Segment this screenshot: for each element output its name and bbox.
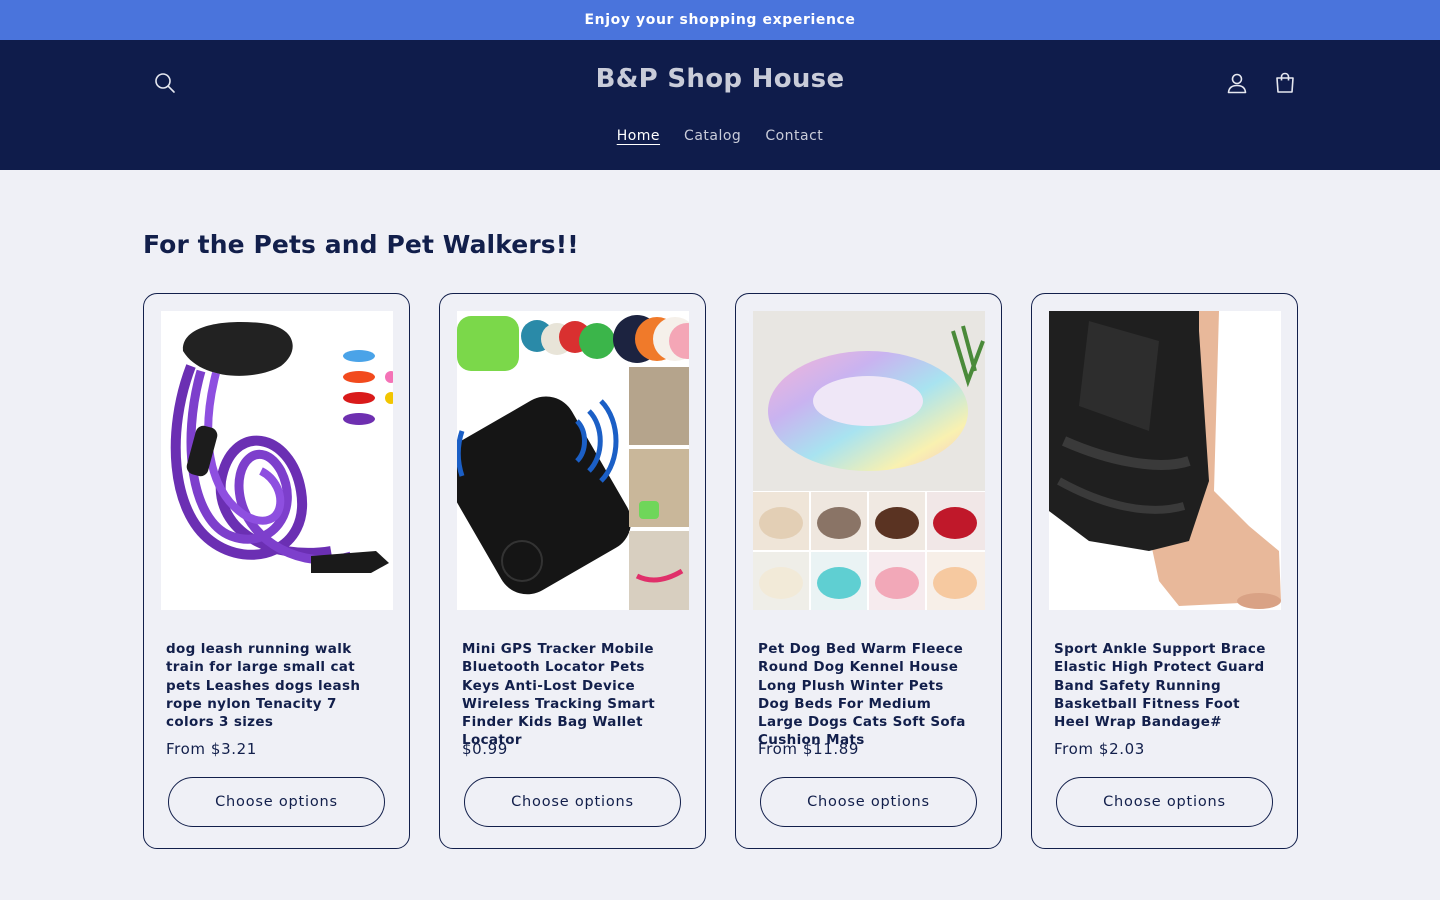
announcement-text: Enjoy your shopping experience [584, 12, 856, 28]
choose-options-button[interactable]: Choose options [760, 777, 977, 827]
product-name[interactable]: Pet Dog Bed Warm Fleece Round Dog Kennel… [758, 640, 979, 748]
cart-button[interactable] [1270, 68, 1300, 98]
product-price: $0.99 [462, 740, 508, 758]
product-card[interactable]: Mini GPS Tracker Mobile Bluetooth Locato… [439, 293, 706, 849]
nav-home[interactable]: Home [617, 128, 660, 144]
product-name[interactable]: Sport Ankle Support Brace Elastic High P… [1054, 640, 1275, 732]
product-image-leash[interactable] [161, 311, 393, 610]
product-image-ankle-brace[interactable] [1049, 311, 1281, 610]
account-button[interactable] [1222, 68, 1252, 98]
account-icon [1227, 73, 1247, 94]
choose-options-button[interactable]: Choose options [1056, 777, 1273, 827]
cart-icon [1276, 72, 1294, 93]
nav-catalog[interactable]: Catalog [684, 128, 741, 144]
product-image-gps-tracker[interactable] [457, 311, 689, 610]
section-title: For the Pets and Pet Walkers!! [143, 230, 579, 259]
choose-options-button[interactable]: Choose options [464, 777, 681, 827]
product-price: From $3.21 [166, 740, 257, 758]
product-price: From $2.03 [1054, 740, 1145, 758]
product-name[interactable]: Mini GPS Tracker Mobile Bluetooth Locato… [462, 640, 683, 748]
product-card[interactable]: Sport Ankle Support Brace Elastic High P… [1031, 293, 1298, 849]
announcement-bar: Enjoy your shopping experience [0, 0, 1440, 40]
product-card[interactable]: dog leash running walk train for large s… [143, 293, 410, 849]
product-image-dog-bed[interactable] [753, 311, 985, 610]
product-name[interactable]: dog leash running walk train for large s… [166, 640, 387, 732]
product-grid: dog leash running walk train for large s… [143, 293, 1298, 849]
nav-contact[interactable]: Contact [765, 128, 823, 144]
main-content: For the Pets and Pet Walkers!! dog leash… [0, 170, 1440, 849]
product-price: From $11.89 [758, 740, 860, 758]
site-header: B&P Shop House Home Catalog Contact [0, 40, 1440, 170]
choose-options-button[interactable]: Choose options [168, 777, 385, 827]
main-nav: Home Catalog Contact [0, 128, 1440, 144]
product-card[interactable]: Pet Dog Bed Warm Fleece Round Dog Kennel… [735, 293, 1002, 849]
